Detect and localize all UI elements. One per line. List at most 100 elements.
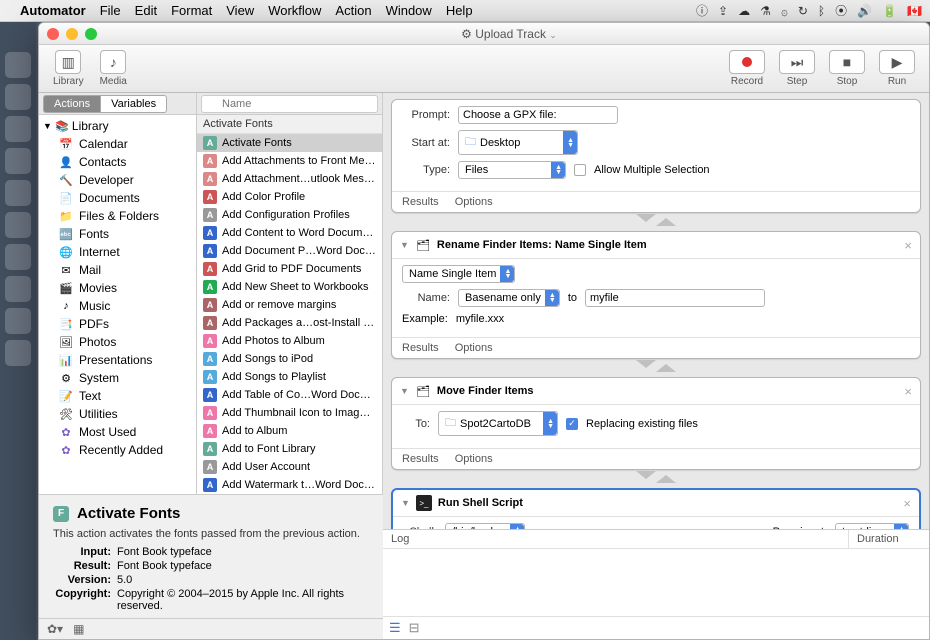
- sync-icon[interactable]: ↻: [798, 4, 808, 18]
- dock-item[interactable]: [5, 148, 31, 174]
- stop-button[interactable]: ■ Stop: [823, 48, 871, 89]
- dock-item[interactable]: [5, 308, 31, 334]
- library-toggle-button[interactable]: ▥ Library: [47, 48, 90, 89]
- run-button[interactable]: ▶ Run: [873, 48, 921, 89]
- action-item[interactable]: AAdd User Account: [197, 458, 382, 476]
- flask-icon[interactable]: ⚗: [760, 4, 771, 18]
- dock-item[interactable]: [5, 244, 31, 270]
- media-button[interactable]: ♪ Media: [94, 48, 133, 89]
- menu-format[interactable]: Format: [171, 3, 212, 18]
- log-alt-view-icon[interactable]: ⊟: [409, 620, 420, 636]
- library-item[interactable]: 📅Calendar: [39, 135, 196, 153]
- dock-item[interactable]: [5, 212, 31, 238]
- step-button[interactable]: ⏭ Step: [773, 48, 821, 89]
- action-item[interactable]: AAdd or remove margins: [197, 296, 382, 314]
- variables-tab[interactable]: Variables: [101, 95, 167, 113]
- action-item[interactable]: AAdd Table of Co…Word Documents: [197, 386, 382, 404]
- action-item[interactable]: AAdd Content to Word Documents: [197, 224, 382, 242]
- library-smart-item[interactable]: ✿Most Used: [39, 423, 196, 441]
- bluetooth-icon[interactable]: ᛒ: [818, 4, 825, 18]
- results-button[interactable]: Results: [402, 342, 439, 354]
- actions-tab[interactable]: Actions: [43, 95, 101, 113]
- library-item[interactable]: 📊Presentations: [39, 351, 196, 369]
- options-button[interactable]: Options: [455, 196, 493, 208]
- action-item[interactable]: AAdd Attachment…utlook Messages: [197, 170, 382, 188]
- options-button[interactable]: Options: [455, 453, 493, 465]
- workflow-canvas[interactable]: Prompt: Start at:🗀Desktop▲▼ Type:Files▲▼…: [383, 93, 929, 529]
- library-item[interactable]: ♪Music: [39, 297, 196, 315]
- duration-column-header[interactable]: Duration: [849, 530, 929, 548]
- dock-item[interactable]: [5, 52, 31, 78]
- results-button[interactable]: Results: [402, 196, 439, 208]
- close-icon[interactable]: ×: [904, 238, 912, 253]
- type-popup[interactable]: Files▲▼: [458, 161, 566, 179]
- prompt-field[interactable]: [458, 106, 618, 124]
- menu-workflow[interactable]: Workflow: [268, 3, 321, 18]
- options-button[interactable]: Options: [455, 342, 493, 354]
- replace-checkbox[interactable]: ✓: [566, 418, 578, 430]
- rename-mode-popup[interactable]: Name Single Item▲▼: [402, 265, 515, 283]
- library-header[interactable]: ▼📚Library: [39, 117, 196, 135]
- menu-edit[interactable]: Edit: [135, 3, 157, 18]
- action-item[interactable]: AAdd Watermark t…Word Documents: [197, 476, 382, 494]
- library-item[interactable]: 👤Contacts: [39, 153, 196, 171]
- shell-popup[interactable]: /bin/bash▲▼: [445, 523, 525, 529]
- action-ask-for-finder-items[interactable]: Prompt: Start at:🗀Desktop▲▼ Type:Files▲▼…: [391, 99, 921, 213]
- record-button[interactable]: Record: [723, 48, 771, 89]
- menu-window[interactable]: Window: [386, 3, 432, 18]
- log-view-icon[interactable]: ☰: [389, 620, 401, 636]
- gear-icon[interactable]: ۞: [781, 4, 788, 18]
- menu-file[interactable]: File: [100, 3, 121, 18]
- battery-icon[interactable]: 🔋: [882, 4, 897, 18]
- action-item[interactable]: AAdd Photos to Album: [197, 332, 382, 350]
- destination-popup[interactable]: 🗀Spot2CartoDB▲▼: [438, 411, 558, 436]
- library-item[interactable]: 📄Documents: [39, 189, 196, 207]
- dock-item[interactable]: [5, 340, 31, 366]
- results-button[interactable]: Results: [402, 453, 439, 465]
- dropbox-icon[interactable]: ⇪: [718, 4, 728, 18]
- action-run-shell-script[interactable]: ▼>_Run Shell Script× Shell: /bin/bash▲▼ …: [391, 488, 921, 529]
- minimize-button[interactable]: [66, 28, 78, 40]
- library-item[interactable]: 🛠Utilities: [39, 405, 196, 423]
- actions-list[interactable]: AActivate FontsAAdd Attachments to Front…: [197, 134, 382, 494]
- dock-item[interactable]: [5, 180, 31, 206]
- library-item[interactable]: 🌐Internet: [39, 243, 196, 261]
- action-item[interactable]: AAdd Configuration Profiles: [197, 206, 382, 224]
- menu-action[interactable]: Action: [335, 3, 371, 18]
- library-item[interactable]: 🔨Developer: [39, 171, 196, 189]
- chevron-down-icon[interactable]: ⌄: [549, 30, 557, 40]
- app-name[interactable]: Automator: [20, 3, 86, 18]
- dock-item[interactable]: [5, 276, 31, 302]
- library-item[interactable]: 📁Files & Folders: [39, 207, 196, 225]
- close-icon[interactable]: ×: [904, 384, 912, 399]
- action-item[interactable]: AActivate Fonts: [197, 134, 382, 152]
- action-item[interactable]: AAdd Thumbnail Icon to Image Files: [197, 404, 382, 422]
- grid-icon[interactable]: ▦: [73, 622, 84, 636]
- action-item[interactable]: AAdd Attachments to Front Message: [197, 152, 382, 170]
- action-item[interactable]: AAdd to Font Library: [197, 440, 382, 458]
- action-item[interactable]: AAdd Packages a…ost-Install Scripts: [197, 314, 382, 332]
- disclosure-icon[interactable]: ▼: [400, 240, 409, 250]
- menu-view[interactable]: View: [226, 3, 254, 18]
- action-item[interactable]: AAdd to Album: [197, 422, 382, 440]
- name-field[interactable]: [585, 289, 765, 307]
- action-item[interactable]: AAdd Songs to iPod: [197, 350, 382, 368]
- library-item[interactable]: ⚙System: [39, 369, 196, 387]
- close-button[interactable]: [47, 28, 59, 40]
- name-mode-popup[interactable]: Basename only▲▼: [458, 289, 560, 307]
- log-column-header[interactable]: Log: [383, 530, 849, 548]
- action-item[interactable]: AAdd New Sheet to Workbooks: [197, 278, 382, 296]
- library-item[interactable]: 🔤Fonts: [39, 225, 196, 243]
- dock-item[interactable]: [5, 84, 31, 110]
- library-list[interactable]: ▼📚Library 📅Calendar👤Contacts🔨Developer📄D…: [39, 115, 196, 494]
- action-item[interactable]: AAdd Songs to Playlist: [197, 368, 382, 386]
- action-move-finder-items[interactable]: ▼🗂Move Finder Items× To:🗀Spot2CartoDB▲▼✓…: [391, 377, 921, 470]
- disclosure-icon[interactable]: ▼: [400, 386, 409, 396]
- action-item[interactable]: AAdd Color Profile: [197, 188, 382, 206]
- library-item[interactable]: 📑PDFs: [39, 315, 196, 333]
- status-icon[interactable]: ⓘ: [696, 2, 708, 19]
- library-item[interactable]: ✉Mail: [39, 261, 196, 279]
- gear-menu-icon[interactable]: ✿▾: [47, 622, 63, 636]
- menu-help[interactable]: Help: [446, 3, 473, 18]
- disclosure-icon[interactable]: ▼: [401, 498, 410, 508]
